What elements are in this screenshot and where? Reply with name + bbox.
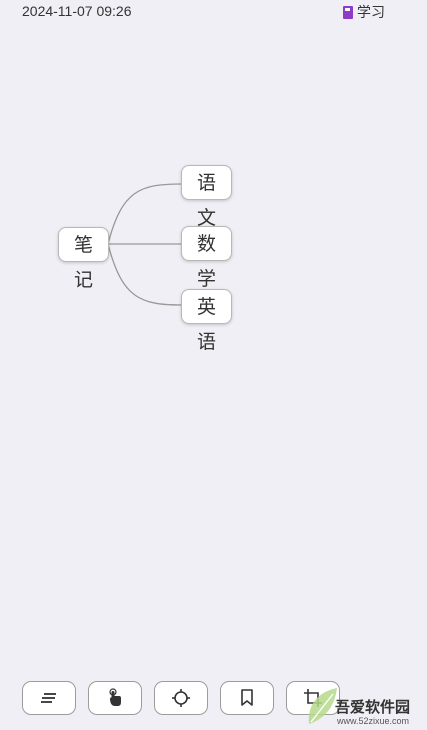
bookmark-button[interactable] [220,681,274,715]
touch-mode-button[interactable] [88,681,142,715]
locate-center-button[interactable] [154,681,208,715]
mindmap-canvas[interactable]: 笔记 语文 数学 英语 [0,0,427,730]
outline-icon [41,693,56,703]
watermark: 吾爱软件园 www.52zixue.com [305,680,427,730]
outline-button[interactable] [22,681,76,715]
mindmap-root-node[interactable]: 笔记 [58,227,109,291]
mindmap-child-node[interactable]: 数学 [181,226,232,290]
connector-line [107,183,183,245]
bottom-toolbar [22,681,340,715]
connector-line [107,243,183,306]
mindmap-connectors [107,183,183,306]
bookmark-icon [241,689,253,706]
watermark-text: 吾爱软件园 [335,698,411,716]
locate-center-icon [172,689,190,707]
watermark-url: www.52zixue.com [337,716,410,726]
touch-hand-icon [109,688,121,706]
mindmap-child-node[interactable]: 英语 [181,289,232,353]
mindmap-child-node[interactable]: 语文 [181,165,232,229]
